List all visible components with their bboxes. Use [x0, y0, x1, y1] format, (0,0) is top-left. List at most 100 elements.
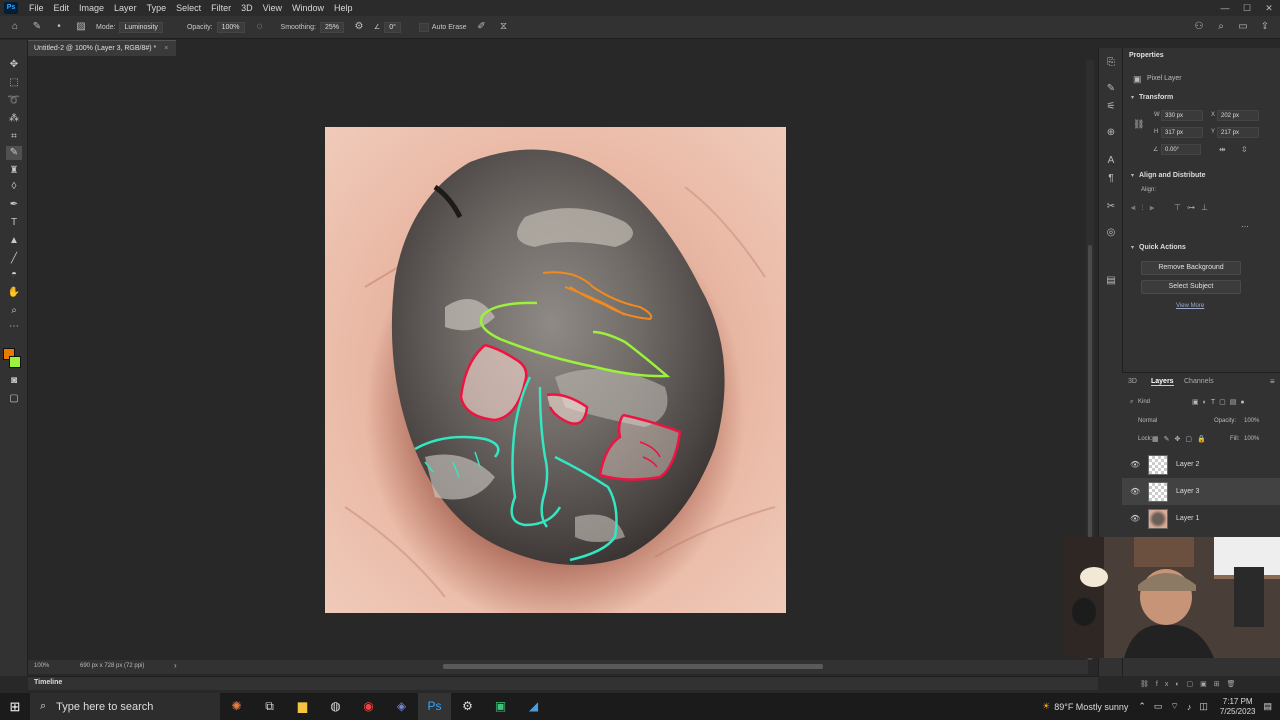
height-input[interactable]: 317 px [1161, 127, 1203, 138]
flip-horizontal-icon[interactable]: ⇹ [1219, 145, 1226, 154]
close-tab-icon[interactable]: × [164, 45, 168, 52]
align-center-icon[interactable]: ⫶ [1142, 203, 1144, 213]
character-icon[interactable]: A [1104, 154, 1118, 168]
clock[interactable]: 7:17 PM 7/25/2023 [1220, 697, 1256, 717]
volume-icon[interactable]: ♪ [1187, 702, 1192, 712]
search-highlight-icon[interactable]: ✺ [220, 693, 253, 720]
align-chevron-icon[interactable]: ▾ [1131, 172, 1134, 179]
canvas-image[interactable] [325, 127, 786, 613]
minimize-button[interactable]: — [1214, 0, 1236, 16]
settings-icon[interactable]: ⚙ [451, 693, 484, 720]
link-icon[interactable]: ⛓ [1133, 119, 1144, 130]
discord-icon[interactable]: ◈ [385, 693, 418, 720]
mode-select[interactable]: Luminosity [119, 21, 163, 33]
close-button[interactable]: ✕ [1258, 0, 1280, 16]
align-distribute-header[interactable]: Align and Distribute [1139, 172, 1206, 179]
weather-text[interactable]: 89°F Mostly sunny [1054, 702, 1128, 712]
history-icon[interactable]: ⎘ [1104, 56, 1118, 70]
green-app-icon[interactable]: ▣ [484, 693, 517, 720]
eraser-tool-icon[interactable]: ◊ [6, 180, 22, 194]
crop-tool-icon[interactable]: ⌗ [6, 130, 22, 144]
maximize-button[interactable]: ☐ [1236, 0, 1258, 16]
menu-edit[interactable]: Edit [49, 0, 75, 16]
paint-icon[interactable]: ◍ [319, 693, 352, 720]
transform-header[interactable]: Transform [1139, 94, 1173, 101]
search-icon[interactable]: ⌕ [1214, 20, 1228, 34]
menu-type[interactable]: Type [142, 0, 172, 16]
pencil-tool-icon[interactable]: ✎ [6, 146, 22, 160]
layer-name[interactable]: Layer 1 [1176, 515, 1199, 522]
opacity-input[interactable]: 100% [216, 21, 245, 33]
angle-input[interactable]: 0° [384, 21, 401, 33]
wifi-icon[interactable]: ⌔ [1170, 701, 1178, 712]
menu-select[interactable]: Select [171, 0, 206, 16]
flip-vertical-icon[interactable]: ⇳ [1241, 145, 1248, 154]
screen-mode-icon[interactable]: ▢ [6, 392, 22, 406]
background-color-swatch[interactable] [9, 356, 21, 368]
filter-search-icon[interactable]: ⌕ [1130, 399, 1133, 406]
pencil-tool-icon[interactable]: ✎ [30, 20, 44, 34]
view-more-link[interactable]: View More [1176, 303, 1204, 309]
brush-settings-icon[interactable]: ✎ [1104, 82, 1118, 96]
shape-tool-icon[interactable]: ◓ [6, 268, 22, 282]
horizontal-scrollbar[interactable] [443, 664, 823, 669]
file-explorer-icon[interactable]: ▆ [286, 693, 319, 720]
zoom-tool-icon[interactable]: ⌕ [6, 304, 22, 318]
type-tool-icon[interactable]: T [6, 216, 22, 230]
share-icon[interactable]: ⚇ [1192, 20, 1206, 34]
task-view-icon[interactable]: ⧉ [253, 693, 286, 720]
quick-actions-header[interactable]: Quick Actions [1139, 244, 1186, 251]
notifications-icon[interactable]: ▤ [1263, 701, 1272, 712]
x-input[interactable]: 202 px [1217, 110, 1259, 121]
more-tools-icon[interactable]: ⋯ [6, 320, 22, 334]
panel-menu-icon[interactable]: ≡ [1270, 377, 1275, 386]
timeline-label[interactable]: Timeline [34, 679, 62, 686]
tab-layers[interactable]: Layers [1151, 378, 1174, 386]
line-tool-icon[interactable]: ╱ [6, 252, 22, 266]
blue-app-icon[interactable]: ◢ [517, 693, 550, 720]
layer-name[interactable]: Layer 3 [1176, 488, 1199, 495]
adjustments-icon[interactable]: ⚟ [1104, 100, 1118, 114]
more-align-icon[interactable]: ⋯ [1241, 222, 1249, 231]
layer-row-selected[interactable]: 👁 Layer 3 [1122, 478, 1280, 505]
menu-help[interactable]: Help [329, 0, 358, 16]
visibility-eye-icon[interactable]: 👁 [1130, 514, 1142, 523]
lock-icons[interactable]: ▦✎✥▢🔒 [1152, 435, 1211, 443]
stamp-tool-icon[interactable]: ♜ [6, 164, 22, 178]
brush-size-icon[interactable]: • [52, 20, 66, 34]
magic-wand-icon[interactable]: ⁂ [6, 112, 22, 126]
libraries-icon[interactable]: ⊕ [1104, 126, 1118, 140]
properties-tab[interactable]: Properties [1129, 52, 1164, 59]
layers-bottom-icons[interactable]: ⛓fx◐▢▣⊞🗑 [1140, 680, 1280, 692]
gear-icon[interactable]: ⚙ [352, 20, 366, 34]
layer-opacity-input[interactable]: 100% [1244, 418, 1259, 424]
taskbar-search[interactable]: ⌕ Type here to search [30, 693, 220, 720]
status-expand-icon[interactable]: › [174, 661, 177, 670]
home-icon[interactable]: ⌂ [8, 20, 22, 34]
auto-erase-checkbox[interactable] [418, 22, 429, 32]
y-input[interactable]: 217 px [1217, 127, 1259, 138]
align-bottom-icon[interactable]: ⊥ [1201, 203, 1208, 213]
move-tool-icon[interactable]: ✥ [6, 58, 22, 72]
chrome-icon[interactable]: ◉ [352, 693, 385, 720]
workspace-icon[interactable]: ▭ [1236, 20, 1250, 34]
marquee-tool-icon[interactable]: ⬚ [6, 76, 22, 90]
angle-input[interactable]: 0.00° [1161, 144, 1201, 155]
tab-3d[interactable]: 3D [1128, 378, 1137, 385]
quick-actions-chevron-icon[interactable]: ▾ [1131, 244, 1134, 251]
network-icon[interactable]: ▭ [1154, 701, 1163, 712]
windows-start-icon[interactable]: ⊞ [0, 699, 30, 715]
lasso-tool-icon[interactable]: ➰ [6, 94, 22, 108]
blend-mode-select[interactable]: Normal [1138, 418, 1157, 424]
menu-window[interactable]: Window [287, 0, 329, 16]
upload-icon[interactable]: ⇪ [1258, 20, 1272, 34]
align-right-icon[interactable]: ⫸ [1150, 203, 1155, 213]
layer-row[interactable]: 👁 Layer 2 [1122, 451, 1280, 478]
document-tab[interactable]: Untitled-2 @ 100% (Layer 3, RGB/8#) * × [28, 40, 177, 56]
visibility-eye-icon[interactable]: 👁 [1130, 460, 1142, 469]
visibility-eye-icon[interactable]: 👁 [1130, 487, 1142, 496]
menu-view[interactable]: View [258, 0, 287, 16]
properties-icon[interactable]: ▤ [1104, 274, 1118, 288]
pen-tool-icon[interactable]: ✒ [6, 198, 22, 212]
menu-file[interactable]: File [24, 0, 49, 16]
